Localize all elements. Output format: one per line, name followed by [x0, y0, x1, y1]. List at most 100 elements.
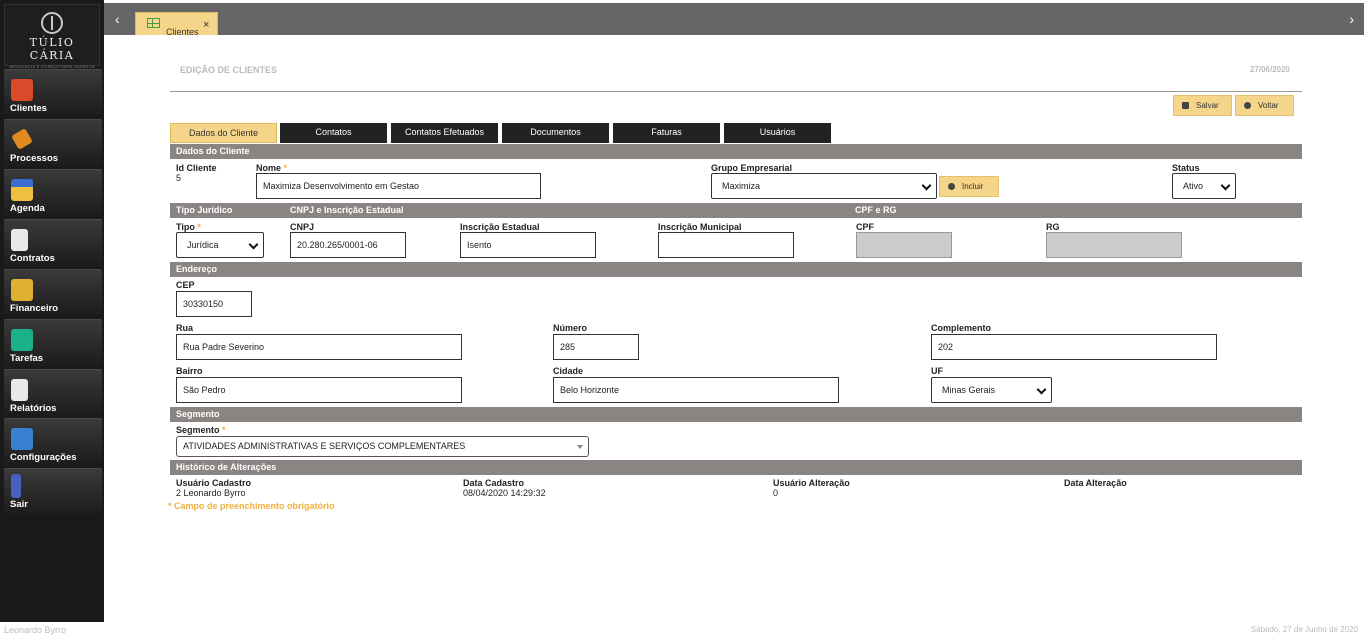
table-icon: [147, 18, 160, 28]
sidebar-item-label: Processos: [10, 153, 59, 164]
rua-field[interactable]: Rua Padre Severino: [176, 334, 462, 360]
cidade-label: Cidade: [553, 366, 584, 376]
gavel-icon: [11, 128, 33, 150]
nome-label-text: Nome: [256, 163, 282, 173]
main-content: EDIÇÃO DE CLIENTES 27/06/2020 Salvar Vol…: [104, 35, 1364, 622]
rg-label: RG: [1046, 222, 1060, 232]
sidebar-item-agenda[interactable]: Agenda: [4, 169, 102, 217]
divider: [170, 91, 1302, 92]
section-tipo-label: Tipo Jurídico: [176, 205, 233, 215]
footer-user: Leonardo Byrro: [4, 625, 67, 635]
cnpj-field[interactable]: 20.280.265/0001-06: [290, 232, 406, 258]
tab-usuarios[interactable]: Usuários: [724, 123, 831, 143]
tipo-value: Jurídica: [187, 240, 219, 250]
data-cadastro-label: Data Cadastro: [463, 478, 525, 488]
section-segmento: Segmento: [170, 407, 1302, 422]
calendar-icon: [11, 179, 33, 201]
cidade-field[interactable]: Belo Horizonte: [553, 377, 839, 403]
im-field[interactable]: [658, 232, 794, 258]
back-button[interactable]: Voltar: [1235, 95, 1294, 116]
sidebar-item-processos[interactable]: Processos: [4, 119, 102, 167]
rua-label: Rua: [176, 323, 194, 333]
close-icon[interactable]: ×: [203, 19, 209, 31]
tab-dados-cliente[interactable]: Dados do Cliente: [170, 123, 277, 143]
numero-label: Número: [553, 323, 588, 333]
chevron-left-icon[interactable]: ‹: [115, 11, 120, 27]
bairro-field[interactable]: São Pedro: [176, 377, 462, 403]
contract-icon: [11, 229, 28, 251]
uf-label: UF: [931, 366, 943, 376]
report-icon: [11, 379, 28, 401]
chevron-down-icon: [921, 180, 932, 191]
data-cadastro-value: 08/04/2020 14:29:32: [463, 488, 546, 498]
usuario-cadastro-value: 2 Leonardo Byrro: [176, 488, 246, 498]
im-label: Inscrição Municipal: [658, 222, 742, 232]
segmento-label: Segmento *: [176, 425, 226, 435]
sidebar-item-label: Relatórios: [10, 403, 57, 414]
clients-icon: [11, 79, 33, 101]
chevron-down-icon: [1220, 180, 1231, 191]
add-icon: [948, 183, 955, 190]
save-icon: [1182, 102, 1189, 109]
tipo-label-text: Tipo: [176, 222, 195, 232]
back-label: Voltar: [1258, 101, 1279, 110]
sidebar-item-contratos[interactable]: Contratos: [4, 219, 102, 267]
bairro-label: Bairro: [176, 366, 203, 376]
sidebar-item-label: Financeiro: [10, 303, 59, 314]
incluir-button[interactable]: Incluir: [939, 176, 999, 197]
segmento-label-text: Segmento: [176, 425, 220, 435]
tab-documentos[interactable]: Documentos: [502, 123, 609, 143]
uf-value: Minas Gerais: [942, 385, 996, 395]
usuario-alteracao-value: 0: [773, 488, 779, 498]
exit-icon: [11, 474, 21, 498]
chevron-down-icon: [1036, 384, 1047, 395]
cep-field[interactable]: 30330150: [176, 291, 252, 317]
sidebar-item-label: Contratos: [10, 253, 55, 264]
brand-logo[interactable]: TÚLIO CÁRIA ADVOCACIA E CONSULTORIA JURÍ…: [4, 4, 100, 69]
cnpj-label: CNPJ: [290, 222, 315, 232]
rg-field: [1046, 232, 1182, 258]
data-alteracao-label: Data Alteração: [1064, 478, 1127, 488]
status-select[interactable]: Ativo: [1172, 173, 1236, 199]
page-date: 27/06/2020: [1249, 65, 1290, 74]
topbar: ‹ Clientes × ›: [104, 3, 1364, 38]
ie-label: Inscrição Estadual: [460, 222, 540, 232]
chevron-down-icon: [248, 239, 259, 250]
segmento-select[interactable]: ATIVIDADES ADMINISTRATIVAS E SERVIÇOS CO…: [176, 436, 589, 457]
chevron-right-icon[interactable]: ›: [1349, 11, 1354, 27]
tab-contatos[interactable]: Contatos: [280, 123, 387, 143]
uf-select[interactable]: Minas Gerais: [931, 377, 1052, 403]
page-title: EDIÇÃO DE CLIENTES: [180, 65, 278, 75]
sidebar-item-sair[interactable]: Sair: [4, 468, 102, 516]
sidebar-item-financeiro[interactable]: Financeiro: [4, 269, 102, 317]
nome-label: Nome *: [256, 163, 288, 173]
numero-field[interactable]: 285: [553, 334, 639, 360]
sidebar-item-clientes[interactable]: Clientes: [4, 69, 102, 117]
id-cliente-value: 5: [176, 173, 182, 183]
sidebar-item-label: Clientes: [10, 103, 47, 114]
settings-icon: [11, 428, 33, 450]
save-label: Salvar: [1196, 101, 1219, 110]
finance-icon: [11, 279, 33, 301]
tab-contatos-efetuados[interactable]: Contatos Efetuados: [391, 123, 498, 143]
ie-field[interactable]: Isento: [460, 232, 596, 258]
tipo-select[interactable]: Jurídica: [176, 232, 264, 258]
sidebar-item-label: Agenda: [10, 203, 45, 214]
sidebar-item-tarefas[interactable]: Tarefas: [4, 319, 102, 367]
section-endereco: Endereço: [170, 262, 1302, 277]
sidebar-item-configuracoes[interactable]: Configurações: [4, 418, 102, 466]
logo-mark-icon: [41, 12, 63, 34]
complemento-field[interactable]: 202: [931, 334, 1217, 360]
nome-field[interactable]: Maximiza Desenvolvimento em Gestao: [256, 173, 541, 199]
tab-faturas[interactable]: Faturas: [613, 123, 720, 143]
cpf-field: [856, 232, 952, 258]
sidebar-item-relatorios[interactable]: Relatórios: [4, 369, 102, 417]
complemento-label: Complemento: [931, 323, 992, 333]
back-icon: [1244, 102, 1251, 109]
sidebar-item-label: Sair: [10, 499, 28, 510]
sidebar-item-label: Configurações: [10, 452, 77, 463]
section-dados-cliente: Dados do Cliente: [170, 144, 1302, 159]
save-button[interactable]: Salvar: [1173, 95, 1232, 116]
usuario-cadastro-label: Usuário Cadastro: [176, 478, 252, 488]
grupo-select[interactable]: Maximiza: [711, 173, 937, 199]
